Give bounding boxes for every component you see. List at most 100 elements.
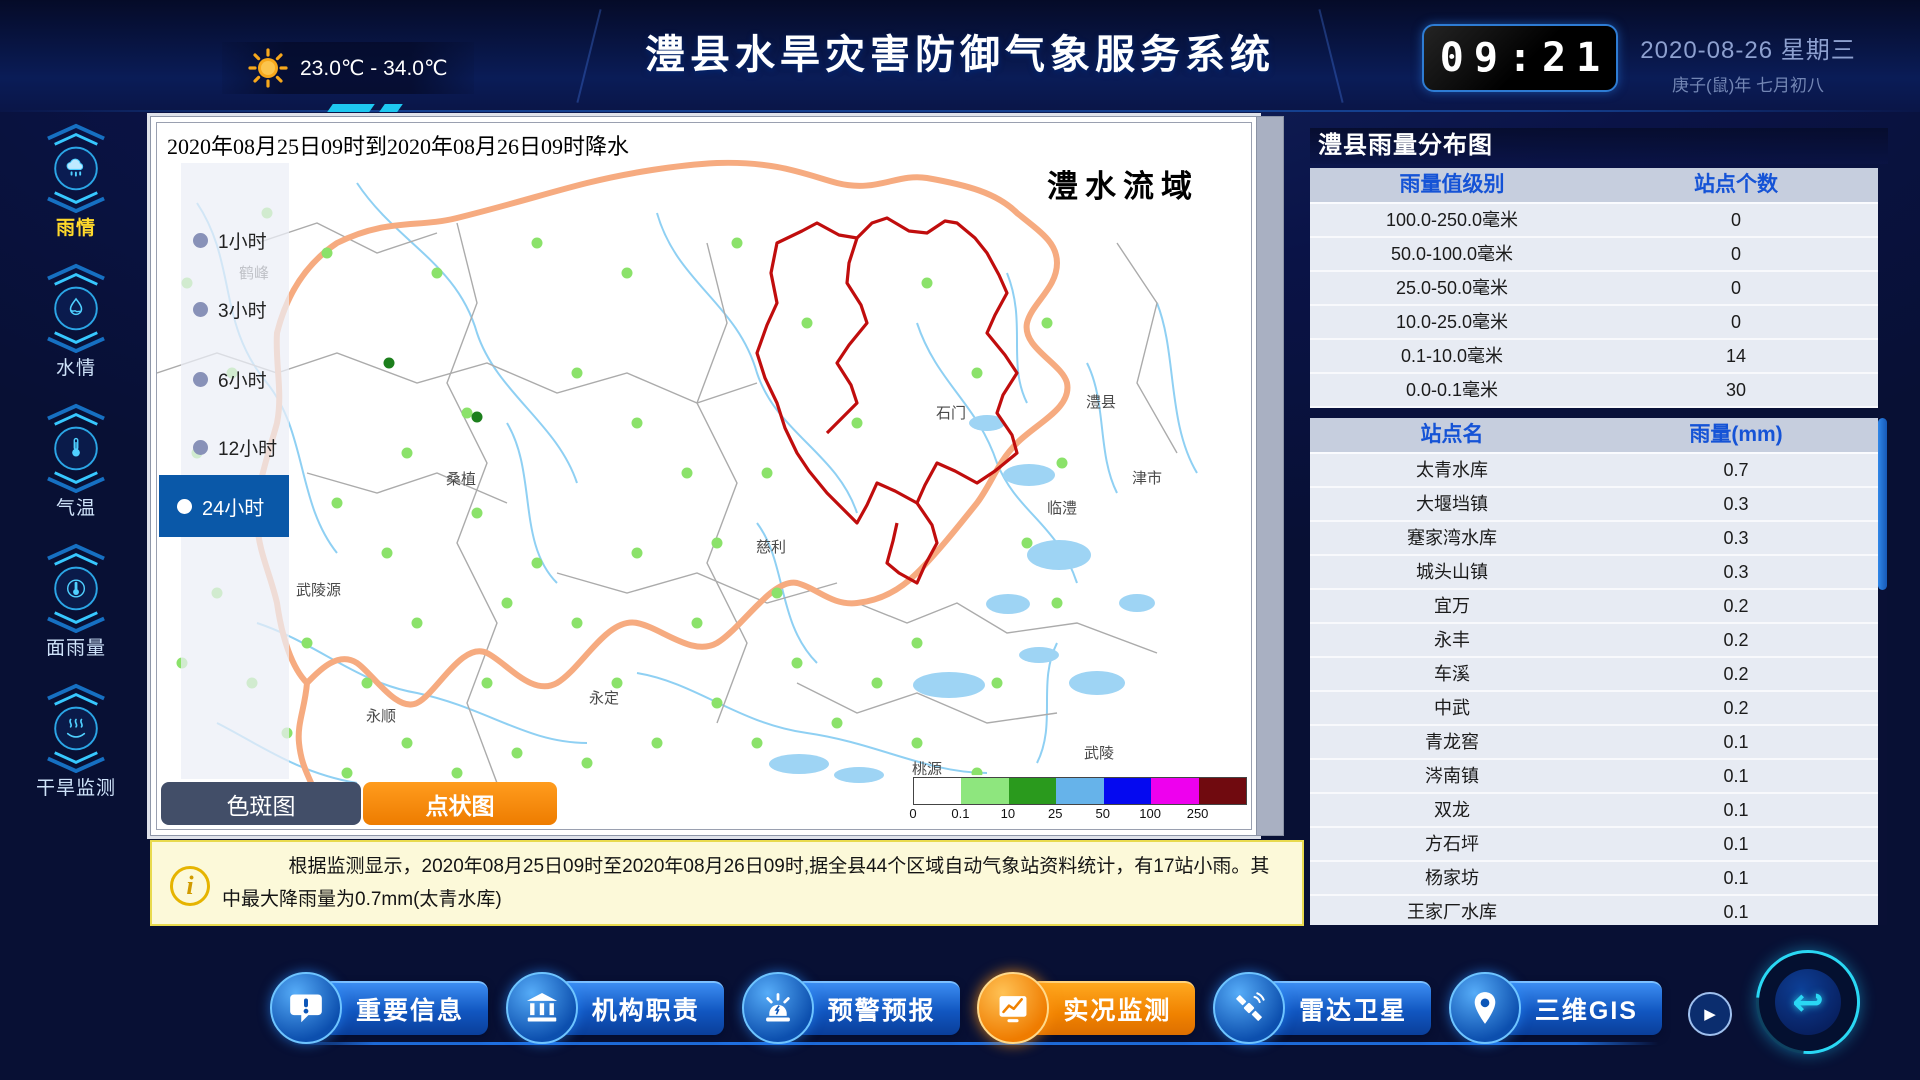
place-label-澧县: 澧县 xyxy=(1086,394,1116,411)
legend-tick: 100 xyxy=(1139,806,1161,821)
back-arrow-icon: ↩ xyxy=(1775,969,1841,1035)
table-cell: 14 xyxy=(1594,340,1878,372)
nav-item-机构职责[interactable]: 机构职责 xyxy=(506,972,724,1044)
radio-dot-icon xyxy=(193,440,208,455)
place-label-武陵源: 武陵源 xyxy=(296,582,341,599)
nav-item-重要信息[interactable]: 重要信息 xyxy=(270,972,488,1044)
place-label-慈利: 慈利 xyxy=(756,539,786,556)
level-row: 25.0-50.0毫米0 xyxy=(1310,272,1878,306)
warning-forecast-icon xyxy=(742,972,814,1044)
monitor-summary-bar: i 根据监测显示，2020年08月25日09时至2020年08月26日09时,据… xyxy=(150,840,1304,926)
time-filter-1小时[interactable]: 1小时 xyxy=(181,222,289,258)
table-cell: 杨家坊 xyxy=(1310,862,1594,894)
level-row: 0.1-10.0毫米14 xyxy=(1310,340,1878,374)
radio-dot-icon xyxy=(193,233,208,248)
table-cell: 0.0-0.1毫米 xyxy=(1310,374,1594,406)
station-row: 大堰垱镇0.3 xyxy=(1310,488,1878,522)
legend-tick: 0 xyxy=(909,806,916,821)
station-row: 城头山镇0.3 xyxy=(1310,556,1878,590)
view-button-色斑图[interactable]: 色斑图 xyxy=(161,782,361,825)
station-row: 车溪0.2 xyxy=(1310,658,1878,692)
station-row: 王家厂水库0.1 xyxy=(1310,896,1878,925)
station-row: 太青水库0.7 xyxy=(1310,454,1878,488)
table-cell: 30 xyxy=(1594,374,1878,406)
legend-segment xyxy=(961,778,1008,804)
view-button-点状图[interactable]: 点状图 xyxy=(363,782,557,825)
time-filter-3小时[interactable]: 3小时 xyxy=(181,291,289,327)
table-cell: 50.0-100.0毫米 xyxy=(1310,238,1594,270)
table-cell: 王家厂水库 xyxy=(1310,896,1594,925)
level-row-header: 雨量值级别站点个数 xyxy=(1310,168,1878,204)
nav-item-三维GIS[interactable]: 三维GIS xyxy=(1449,972,1662,1044)
rain-level-table: 雨量值级别站点个数100.0-250.0毫米050.0-100.0毫米025.0… xyxy=(1310,168,1878,408)
gis-3d-icon xyxy=(1449,972,1521,1044)
legend-segment xyxy=(1009,778,1056,804)
table-cell: 0.1 xyxy=(1594,828,1878,860)
table-cell: 宜万 xyxy=(1310,590,1594,622)
nav-item-label: 实况监测 xyxy=(1029,981,1195,1035)
map-canvas[interactable]: 2020年08月25日09时到2020年08月26日09时降水 澧水流域 xyxy=(156,122,1252,830)
place-label-临澧: 临澧 xyxy=(1047,500,1077,517)
county-boundary-line xyxy=(757,218,1017,583)
legend-color-bar xyxy=(913,777,1247,805)
nav-item-雷达卫星[interactable]: 雷达卫星 xyxy=(1213,972,1431,1044)
table-cell: 0.7 xyxy=(1594,454,1878,486)
sidebar-item-气温[interactable]: 气温 xyxy=(26,402,126,520)
table-cell: 方石坪 xyxy=(1310,828,1594,860)
sidebar-item-雨情[interactable]: 雨情 xyxy=(26,122,126,240)
time-filter-label: 24小时 xyxy=(202,492,264,521)
info-icon: i xyxy=(170,866,210,906)
scrollbar-thumb[interactable] xyxy=(1878,418,1887,590)
time-filter-label: 1小时 xyxy=(218,227,267,254)
time-filter-24小时[interactable]: 24小时 xyxy=(159,475,289,537)
legend-tick: 50 xyxy=(1095,806,1109,821)
nav-item-label: 预警预报 xyxy=(794,981,960,1035)
table-cell: 涔南镇 xyxy=(1310,760,1594,792)
time-filter-12小时[interactable]: 12小时 xyxy=(181,429,289,465)
column-header: 站点名 xyxy=(1310,418,1594,452)
legend-segment xyxy=(914,778,961,804)
radio-dot-icon xyxy=(193,372,208,387)
temperature-icon xyxy=(40,402,112,493)
sidebar-item-面雨量[interactable]: 面雨量 xyxy=(26,542,126,660)
table-cell: 0 xyxy=(1594,204,1878,236)
time-filter-6小时[interactable]: 6小时 xyxy=(181,361,289,397)
table-cell: 0 xyxy=(1594,238,1878,270)
date-lunar: 庚子(鼠)年 七月初八 xyxy=(1628,71,1868,96)
table-cell: 双龙 xyxy=(1310,794,1594,826)
table-cell: 0.3 xyxy=(1594,556,1878,588)
table-cell: 0.1 xyxy=(1594,726,1878,758)
nav-item-预警预报[interactable]: 预警预报 xyxy=(742,972,960,1044)
drought-monitor-icon xyxy=(40,682,112,773)
nav-item-实况监测[interactable]: 实况监测 xyxy=(977,972,1195,1044)
place-label-津市: 津市 xyxy=(1132,470,1162,487)
admin-boundaries xyxy=(157,223,1177,783)
level-row: 100.0-250.0毫米0 xyxy=(1310,204,1878,238)
table-cell: 0.1 xyxy=(1594,862,1878,894)
table-cell: 0.1 xyxy=(1594,896,1878,925)
table-cell: 0.2 xyxy=(1594,624,1878,656)
place-label-石门: 石门 xyxy=(936,405,966,422)
nav-item-label: 机构职责 xyxy=(558,981,724,1035)
table-cell: 青龙窖 xyxy=(1310,726,1594,758)
table-cell: 永丰 xyxy=(1310,624,1594,656)
station-row: 中武0.2 xyxy=(1310,692,1878,726)
expand-nav-button[interactable]: ▶ xyxy=(1688,992,1732,1036)
station-row-header: 站点名雨量(mm) xyxy=(1310,418,1878,454)
station-row: 蹇家湾水库0.3 xyxy=(1310,522,1878,556)
level-row: 10.0-25.0毫米0 xyxy=(1310,306,1878,340)
areal-rainfall-icon xyxy=(40,542,112,633)
map-scrollbar[interactable] xyxy=(1256,116,1284,836)
table-cell: 城头山镇 xyxy=(1310,556,1594,588)
radar-satellite-icon xyxy=(1213,972,1285,1044)
table-cell: 10.0-25.0毫米 xyxy=(1310,306,1594,338)
table-cell: 0.2 xyxy=(1594,692,1878,724)
station-table-scrollbar[interactable] xyxy=(1878,418,1887,925)
back-button[interactable]: ↩ xyxy=(1735,929,1882,1076)
sidebar-item-水情[interactable]: 水情 xyxy=(26,262,126,380)
level-row: 50.0-100.0毫米0 xyxy=(1310,238,1878,272)
map-svg[interactable]: 鹤峰石门澧县津市临澧桑植慈利武陵源永定永顺桃源武陵 xyxy=(157,123,1251,829)
sidebar-item-label: 干旱监测 xyxy=(36,773,116,800)
sidebar-item-干旱监测[interactable]: 干旱监测 xyxy=(26,682,126,800)
station-rain-table: 站点名雨量(mm)太青水库0.7大堰垱镇0.3蹇家湾水库0.3城头山镇0.3宜万… xyxy=(1310,418,1878,925)
